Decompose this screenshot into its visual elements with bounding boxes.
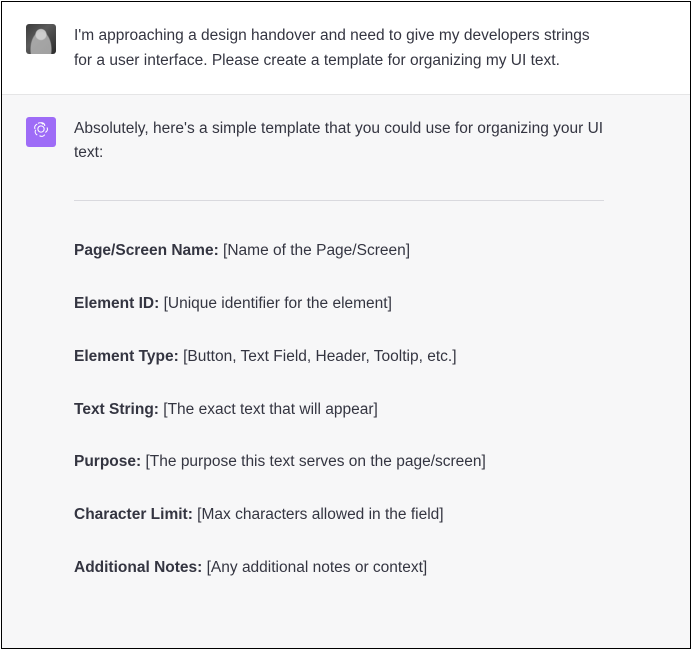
- field-label: Text String:: [74, 401, 159, 418]
- field-label: Element Type:: [74, 348, 179, 365]
- field-label: Character Limit:: [74, 506, 193, 523]
- assistant-content: Absolutely, here's a simple template tha…: [74, 117, 604, 628]
- assistant-intro-text: Absolutely, here's a simple template tha…: [74, 117, 604, 167]
- assistant-message: Absolutely, here's a simple template tha…: [2, 94, 690, 648]
- assistant-avatar: [26, 117, 56, 147]
- field-value: [The exact text that will appear]: [159, 401, 378, 418]
- template-field: Additional Notes: [Any additional notes …: [74, 556, 604, 581]
- template-field: Element ID: [Unique identifier for the e…: [74, 292, 604, 317]
- user-message: I'm approaching a design handover and ne…: [2, 2, 690, 94]
- field-label: Purpose:: [74, 453, 141, 470]
- field-label: Element ID:: [74, 295, 159, 312]
- field-value: [Max characters allowed in the field]: [193, 506, 444, 523]
- field-value: [Any additional notes or context]: [202, 559, 427, 576]
- field-value: [Name of the Page/Screen]: [219, 242, 410, 259]
- field-value: [The purpose this text serves on the pag…: [141, 453, 486, 470]
- user-avatar: [26, 24, 56, 54]
- field-label: Page/Screen Name:: [74, 242, 219, 259]
- field-value: [Unique identifier for the element]: [159, 295, 392, 312]
- openai-logo-icon: [32, 120, 50, 143]
- field-value: [Button, Text Field, Header, Tooltip, et…: [179, 348, 457, 365]
- user-message-text: I'm approaching a design handover and ne…: [74, 24, 604, 74]
- field-label: Additional Notes:: [74, 559, 202, 576]
- template-field: Page/Screen Name: [Name of the Page/Scre…: [74, 239, 604, 264]
- template-field: Character Limit: [Max characters allowed…: [74, 503, 604, 528]
- template-field: Purpose: [The purpose this text serves o…: [74, 450, 604, 475]
- chat-frame: I'm approaching a design handover and ne…: [1, 1, 691, 649]
- divider: [74, 200, 604, 201]
- template-field: Text String: [The exact text that will a…: [74, 398, 604, 423]
- template-field: Element Type: [Button, Text Field, Heade…: [74, 345, 604, 370]
